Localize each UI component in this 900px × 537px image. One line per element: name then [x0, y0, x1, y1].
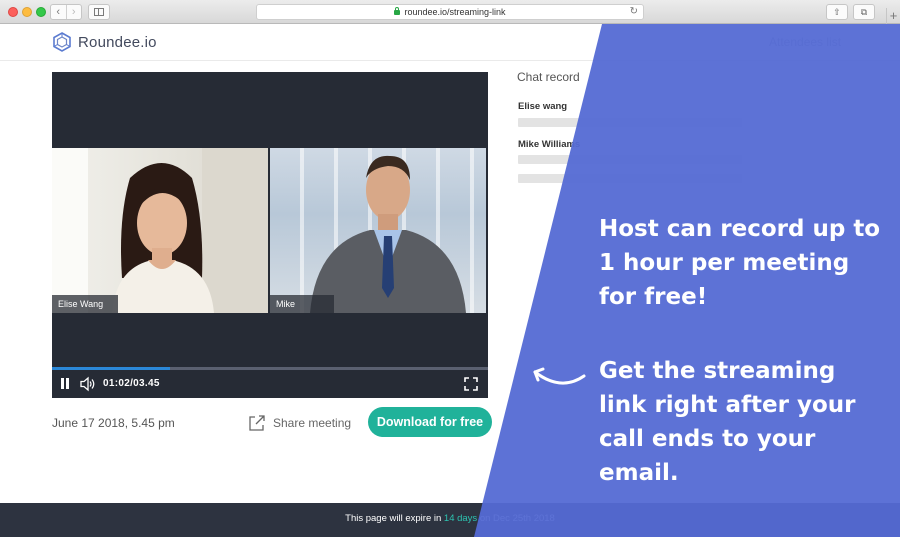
lock-icon [394, 7, 401, 15]
expiry-footer: This page will expire in 14 days on Dec … [0, 503, 900, 537]
back-button[interactable]: ‹ [51, 5, 66, 19]
share-meeting-button[interactable]: Share meeting [248, 414, 351, 432]
video-player[interactable]: Elise Wang Mike 01:02/03.45 [52, 72, 488, 398]
roundee-logo[interactable]: Roundee.io [52, 32, 157, 52]
sidebar-toggle-button[interactable] [88, 4, 110, 20]
site-header: Roundee.io Attendees list [0, 25, 900, 61]
expiry-date: on Dec 25th 2018 [477, 513, 555, 524]
share-icon [249, 415, 265, 431]
participant-photo [52, 148, 268, 313]
sidebar-icon [94, 8, 104, 16]
participant-photo [310, 155, 466, 313]
close-window-button[interactable] [8, 7, 18, 17]
new-tab-button[interactable]: + [886, 8, 900, 24]
pause-icon[interactable] [60, 378, 70, 389]
chat-record-title: Chat record [517, 70, 580, 84]
share-meeting-label: Share meeting [273, 416, 352, 430]
volume-icon[interactable] [80, 376, 96, 392]
attendees-list-link[interactable]: Attendees list [769, 35, 841, 49]
participant-video-elise: Elise Wang [52, 148, 268, 313]
address-bar[interactable]: roundee.io/streaming-link ↻ [256, 4, 644, 20]
curved-arrow-icon [533, 367, 586, 385]
chat-message-placeholder [518, 118, 742, 127]
logo-text: Roundee.io [78, 33, 157, 51]
promo-text-record: Host can record up to 1 hour per meeting… [599, 216, 881, 310]
participant-name-label: Elise Wang [52, 295, 118, 313]
expiry-days: 14 days [443, 513, 478, 524]
chat-message-placeholder [518, 174, 742, 183]
chat-sender-name: Mike Williams [518, 139, 581, 150]
fullscreen-icon[interactable] [464, 377, 478, 391]
participant-video-mike: Mike [270, 148, 486, 313]
participant-name-label: Mike [270, 295, 334, 313]
forward-button[interactable]: › [65, 5, 82, 19]
roundee-logo-icon [53, 32, 71, 52]
share-page-button[interactable]: ⇧ [826, 4, 848, 20]
reload-icon[interactable]: ↻ [630, 5, 638, 19]
chat-sender-name: Elise wang [518, 101, 568, 112]
player-controls: 01:02/03.45 [52, 370, 488, 398]
download-button[interactable]: Download for free [368, 407, 492, 437]
promo-text-streaming: Get the streaming link right after your … [599, 358, 856, 486]
zoom-window-button[interactable] [36, 7, 46, 17]
minimize-window-button[interactable] [22, 7, 32, 17]
playback-time: 01:02/03.45 [103, 378, 160, 389]
meeting-date: June 17 2018, 5.45 pm [52, 416, 175, 430]
show-tabs-button[interactable]: ⧉ [853, 4, 875, 20]
expiry-prefix: This page will expire in [345, 513, 444, 524]
chat-message-placeholder [518, 155, 742, 164]
nav-buttons: ‹ › [50, 4, 82, 20]
browser-toolbar: ‹ › roundee.io/streaming-link ↻ ⇧ ⧉ + [0, 0, 900, 24]
url-text: roundee.io/streaming-link [404, 7, 506, 17]
